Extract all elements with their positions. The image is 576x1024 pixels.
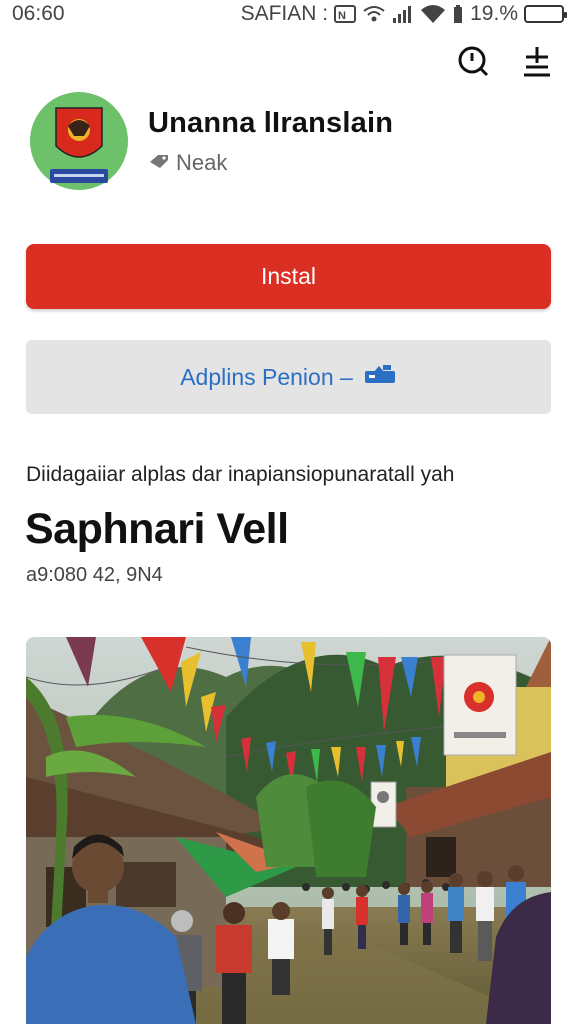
secondary-action-label: Adplins Penion –	[180, 363, 353, 390]
battery-icon	[524, 5, 567, 23]
headline: Saphnari Vell	[25, 505, 289, 553]
app-description: Diidagaiiar alplas dar inapiansiopunarat…	[26, 463, 455, 486]
share-device-icon	[363, 363, 397, 391]
carrier-label: SAFIAN :	[240, 2, 329, 25]
tag-icon	[148, 150, 170, 176]
top-actions	[456, 44, 554, 78]
app-logo[interactable]	[30, 92, 128, 190]
wifi-signal-icon	[362, 4, 386, 24]
wifi-icon	[420, 4, 446, 24]
app-meta: Unanna lIranslain Neak	[148, 107, 393, 176]
battery-small-icon	[452, 4, 464, 24]
app-subtitle-row: Neak	[148, 150, 393, 176]
status-time: 06:60	[12, 2, 65, 25]
cell-signal-icon	[392, 4, 414, 24]
emblem-icon	[50, 107, 108, 183]
download-icon[interactable]	[520, 44, 554, 78]
headline-meta: a9:080 42, 9N4	[26, 564, 163, 586]
app-header: Unanna lIranslain Neak	[30, 92, 393, 190]
village-scene-image	[26, 637, 551, 1024]
battery-percent: 19.%	[470, 2, 518, 25]
status-right: SAFIAN : N 19.%	[240, 2, 567, 26]
app-subtitle: Neak	[176, 149, 228, 175]
app-title: Unanna lIranslain	[148, 106, 394, 139]
install-button[interactable]: Instal	[26, 244, 551, 309]
svg-text:N: N	[338, 10, 346, 22]
secondary-action-button[interactable]: Adplins Penion –	[26, 340, 551, 414]
search-icon[interactable]	[456, 44, 490, 78]
nfc-icon: N	[334, 4, 357, 24]
village-festival-photo[interactable]	[26, 637, 551, 1024]
status-bar: 06:60 SAFIAN : N 19.%	[0, 0, 576, 28]
